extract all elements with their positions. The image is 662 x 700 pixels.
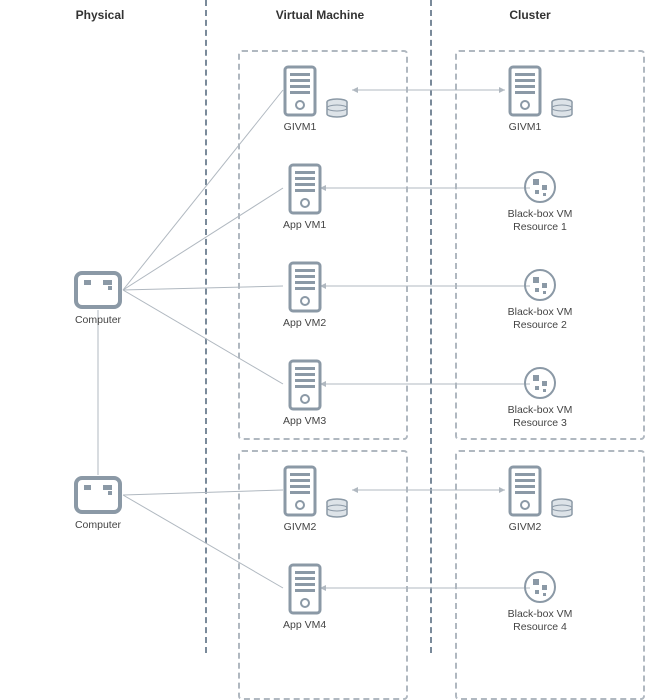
cl-givm2-label: GIVM2: [508, 521, 542, 534]
vm-app1-label: App VM1: [283, 219, 326, 232]
vm-app3-label: App VM3: [283, 415, 326, 428]
computer-1-label: Computer: [73, 314, 123, 327]
vm-app2-label: App VM2: [283, 317, 326, 330]
disks-icon: [325, 498, 349, 520]
vm-app4: App VM4: [283, 563, 326, 632]
blackbox-icon: [523, 570, 557, 604]
blackbox-icon: [523, 268, 557, 302]
computer-icon: [73, 270, 123, 310]
disks-icon: [550, 98, 574, 120]
computer-2-label: Computer: [73, 519, 123, 532]
computer-1: Computer: [73, 270, 123, 327]
server-icon: [288, 563, 322, 615]
cl-bbvm3-label: Black-box VMResource 3: [495, 404, 585, 429]
vm-givm1-label: GIVM1: [283, 121, 317, 134]
server-icon: [288, 163, 322, 215]
divider-2: [430, 0, 432, 653]
cl-bbvm1-label: Black-box VMResource 1: [495, 208, 585, 233]
cl-bbvm3: Black-box VMResource 3: [495, 366, 585, 429]
vm-app3: App VM3: [283, 359, 326, 428]
cl-bbvm4: Black-box VMResource 4: [495, 570, 585, 633]
server-icon: [283, 465, 317, 517]
disks-icon: [325, 98, 349, 120]
server-icon: [288, 261, 322, 313]
vm-app1: App VM1: [283, 163, 326, 232]
header-vm: Virtual Machine: [260, 8, 380, 22]
cl-givm1-label: GIVM1: [508, 121, 542, 134]
vm-givm2: GIVM2: [283, 465, 317, 534]
disks-icon: [550, 498, 574, 520]
cl-givm2: GIVM2: [508, 465, 542, 534]
cl-bbvm1: Black-box VMResource 1: [495, 170, 585, 233]
server-icon: [288, 359, 322, 411]
blackbox-icon: [523, 170, 557, 204]
blackbox-icon: [523, 366, 557, 400]
cl-bbvm2-label: Black-box VMResource 2: [495, 306, 585, 331]
vm-givm2-label: GIVM2: [283, 521, 317, 534]
vm-givm1: GIVM1: [283, 65, 317, 134]
server-icon: [283, 65, 317, 117]
vm-app2: App VM2: [283, 261, 326, 330]
computer-2: Computer: [73, 475, 123, 532]
divider-1: [205, 0, 207, 653]
server-icon: [508, 65, 542, 117]
server-icon: [508, 465, 542, 517]
header-physical: Physical: [60, 8, 140, 22]
cl-givm1: GIVM1: [508, 65, 542, 134]
computer-icon: [73, 475, 123, 515]
cl-bbvm4-label: Black-box VMResource 4: [495, 608, 585, 633]
header-cluster: Cluster: [490, 8, 570, 22]
cl-bbvm2: Black-box VMResource 2: [495, 268, 585, 331]
vm-app4-label: App VM4: [283, 619, 326, 632]
